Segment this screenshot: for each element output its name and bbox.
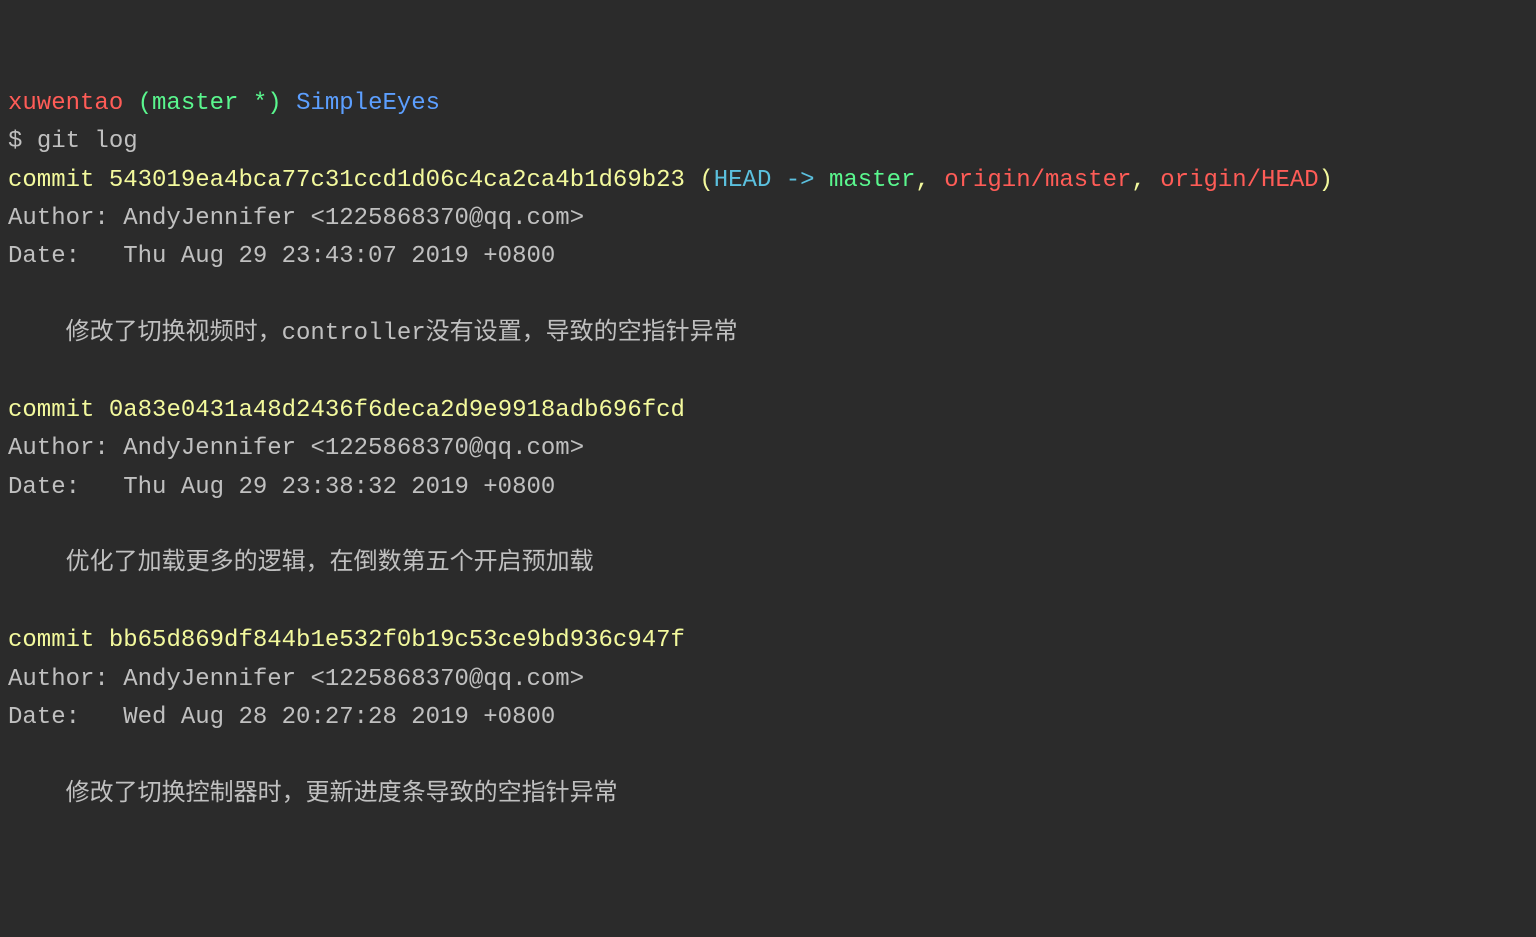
commit-message: 修改了切换控制器时，更新进度条导致的空指针异常	[8, 781, 618, 808]
prompt-branch-close: )	[267, 90, 296, 117]
command-line: $ git log	[8, 128, 138, 155]
refs-origin-head: origin/HEAD	[1160, 167, 1318, 194]
date-value: Thu Aug 29 23:43:07 2019 +0800	[123, 243, 555, 270]
date-label: Date:	[8, 704, 123, 731]
refs-head: HEAD ->	[714, 167, 829, 194]
refs-sep: ,	[915, 167, 944, 194]
author-label: Author:	[8, 435, 123, 462]
date-line: Date: Thu Aug 29 23:38:32 2019 +0800	[8, 474, 555, 501]
prompt-user: xuwentao	[8, 90, 123, 117]
commit-line-2: commit bb65d869df844b1e532f0b19c53ce9bd9…	[8, 627, 685, 654]
refs-sep: ,	[1131, 167, 1160, 194]
date-value: Wed Aug 28 20:27:28 2019 +0800	[123, 704, 555, 731]
commit-line-0: commit 543019ea4bca77c31ccd1d06c4ca2ca4b…	[8, 167, 1333, 194]
commit-hash: 543019ea4bca77c31ccd1d06c4ca2ca4b1d69b23	[109, 167, 685, 194]
commit-label: commit	[8, 627, 109, 654]
date-label: Date:	[8, 474, 123, 501]
terminal-output: xuwentao (master *) SimpleEyes $ git log…	[8, 85, 1528, 814]
date-line: Date: Wed Aug 28 20:27:28 2019 +0800	[8, 704, 555, 731]
prompt-branch-open: (	[123, 90, 152, 117]
author-value: AndyJennifer <1225868370@qq.com>	[123, 666, 584, 693]
commit-line-1: commit 0a83e0431a48d2436f6deca2d9e9918ad…	[8, 397, 685, 424]
command-text: git log	[37, 128, 138, 155]
commit-label: commit	[8, 167, 109, 194]
date-line: Date: Thu Aug 29 23:43:07 2019 +0800	[8, 243, 555, 270]
prompt-branch: master *	[152, 90, 267, 117]
prompt-line: xuwentao (master *) SimpleEyes	[8, 90, 440, 117]
refs-close: )	[1319, 167, 1333, 194]
author-line: Author: AndyJennifer <1225868370@qq.com>	[8, 666, 584, 693]
date-value: Thu Aug 29 23:38:32 2019 +0800	[123, 474, 555, 501]
refs-open: (	[685, 167, 714, 194]
command-symbol: $	[8, 128, 37, 155]
author-line: Author: AndyJennifer <1225868370@qq.com>	[8, 435, 584, 462]
author-value: AndyJennifer <1225868370@qq.com>	[123, 205, 584, 232]
commit-label: commit	[8, 397, 109, 424]
author-label: Author:	[8, 666, 123, 693]
commit-hash: bb65d869df844b1e532f0b19c53ce9bd936c947f	[109, 627, 685, 654]
prompt-repo: SimpleEyes	[296, 90, 440, 117]
refs-origin-master: origin/master	[944, 167, 1131, 194]
refs-master: master	[829, 167, 915, 194]
commit-hash: 0a83e0431a48d2436f6deca2d9e9918adb696fcd	[109, 397, 685, 424]
author-line: Author: AndyJennifer <1225868370@qq.com>	[8, 205, 584, 232]
author-label: Author:	[8, 205, 123, 232]
author-value: AndyJennifer <1225868370@qq.com>	[123, 435, 584, 462]
commit-message: 修改了切换视频时，controller没有设置，导致的空指针异常	[8, 320, 738, 347]
date-label: Date:	[8, 243, 123, 270]
commit-message: 优化了加载更多的逻辑，在倒数第五个开启预加载	[8, 550, 594, 577]
